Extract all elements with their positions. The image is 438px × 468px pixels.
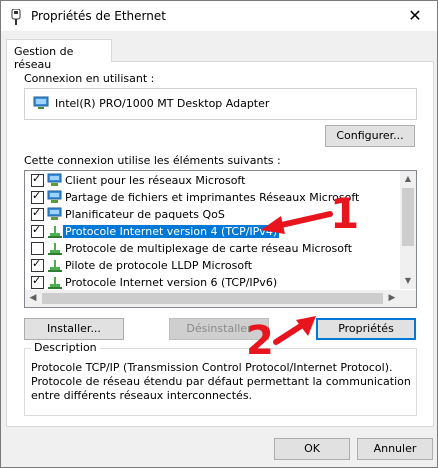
item-label: Protocole Internet version 6 (TCP/IPv6) — [65, 276, 278, 289]
list-item[interactable]: ✓ Protocole Internet version 6 (TCP/IPv6… — [25, 274, 399, 291]
title-bar: Propriétés de Ethernet ✕ — [1, 1, 437, 31]
check-icon: ✓ — [32, 172, 42, 185]
list-item[interactable]: Protocole de multiplexage de carte résea… — [25, 240, 399, 257]
item-checkbox[interactable]: ✓ — [31, 257, 44, 272]
item-label: Pilote de protocole LLDP Microsoft — [65, 259, 253, 272]
list-item[interactable]: ✓ Client pour les réseaux Microsoft — [25, 172, 399, 189]
protocol-icon — [48, 243, 62, 255]
annotation-step-2: 2 — [246, 318, 274, 364]
description-title: Description — [31, 341, 100, 354]
item-label: Protocole Internet version 4 (TCP/IPv4) — [63, 225, 280, 238]
scrollbar-corner — [400, 290, 416, 307]
item-label: Planificateur de paquets QoS — [65, 208, 225, 221]
network-adapter-icon — [33, 96, 49, 109]
check-icon: ✓ — [32, 257, 42, 270]
vertical-scrollbar[interactable]: ▲ ▼ — [400, 171, 416, 289]
check-icon: ✓ — [32, 206, 42, 219]
network-share-icon — [47, 190, 62, 203]
tab-networking[interactable]: Gestion de réseau — [6, 39, 112, 71]
network-client-icon — [47, 173, 62, 186]
adapter-name: Intel(R) PRO/1000 MT Desktop Adapter — [55, 97, 270, 110]
close-button[interactable]: ✕ — [393, 1, 437, 31]
tab-panel: Connexion en utilisant : Intel(R) PRO/10… — [6, 61, 434, 427]
item-checkbox[interactable]: ✓ — [31, 274, 44, 289]
horizontal-scrollbar[interactable]: ◀ ▶ — [25, 290, 416, 307]
protocol-icon — [48, 260, 62, 272]
annotation-arrow-2-icon — [273, 316, 316, 345]
item-checkbox[interactable]: ✓ — [31, 223, 44, 238]
item-checkbox[interactable] — [31, 242, 44, 255]
components-label: Cette connexion utilise les éléments sui… — [24, 154, 281, 167]
close-icon: ✕ — [408, 6, 422, 25]
scroll-up-icon[interactable]: ▲ — [400, 171, 416, 187]
item-label: Client pour les réseaux Microsoft — [65, 174, 246, 187]
check-icon: ✓ — [32, 274, 42, 287]
scroll-right-icon[interactable]: ▶ — [384, 290, 400, 307]
check-icon: ✓ — [32, 189, 42, 202]
properties-dialog: Propriétés de Ethernet ✕ Gestion de rése… — [0, 0, 438, 468]
annotation-step-1: 1 — [330, 189, 360, 238]
horizontal-scroll-thumb[interactable] — [42, 293, 383, 304]
vertical-scroll-thumb[interactable] — [402, 188, 414, 246]
install-button[interactable]: Installer... — [24, 318, 124, 340]
network-service-icon — [47, 207, 62, 220]
item-label: Protocole de multiplexage de carte résea… — [65, 242, 353, 255]
properties-button[interactable]: Propriétés — [316, 318, 416, 340]
list-item[interactable]: ✓ Pilote de protocole LLDP Microsoft — [25, 257, 399, 274]
ok-button[interactable]: OK — [274, 438, 350, 460]
adapter-field: Intel(R) PRO/1000 MT Desktop Adapter — [24, 88, 417, 120]
item-checkbox[interactable]: ✓ — [31, 206, 44, 221]
scroll-down-icon[interactable]: ▼ — [400, 273, 416, 289]
description-group: Description Protocole TCP/IP (Transmissi… — [24, 341, 417, 416]
configure-button[interactable]: Configurer... — [325, 125, 415, 147]
window-title: Propriétés de Ethernet — [31, 9, 166, 23]
ethernet-icon — [11, 9, 21, 25]
item-checkbox[interactable]: ✓ — [31, 189, 44, 204]
description-text: Protocole TCP/IP (Transmission Control P… — [31, 361, 411, 402]
protocol-icon — [48, 277, 62, 289]
scroll-left-icon[interactable]: ◀ — [25, 290, 41, 307]
item-checkbox[interactable]: ✓ — [31, 172, 44, 187]
tab-networking-label: Gestion de réseau — [14, 45, 74, 71]
connect-using-label: Connexion en utilisant : — [24, 72, 155, 85]
cancel-button[interactable]: Annuler — [357, 438, 433, 460]
protocol-icon — [48, 226, 62, 238]
check-icon: ✓ — [32, 223, 42, 236]
